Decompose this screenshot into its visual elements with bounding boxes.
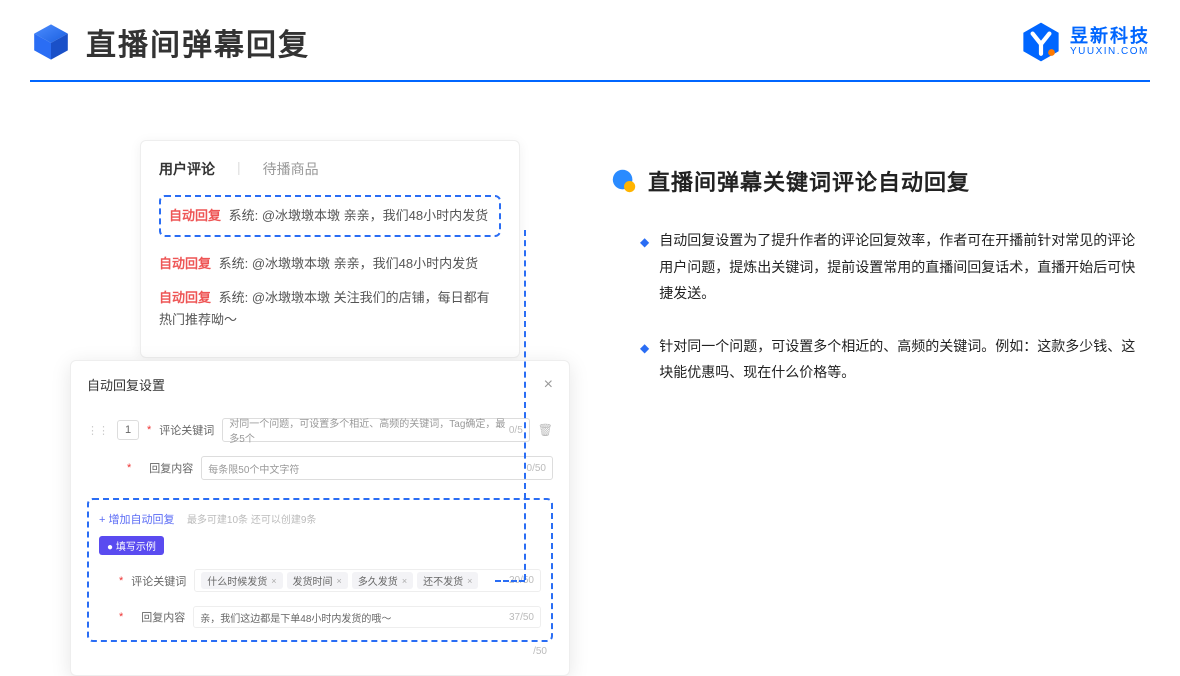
connector-line bbox=[524, 230, 526, 580]
header-divider bbox=[30, 80, 1150, 82]
auto-reply-tag: 自动回复 bbox=[159, 256, 211, 271]
index-box: 1 bbox=[117, 420, 139, 440]
bullet-item: ◆ 自动回复设置为了提升作者的评论回复效率，作者可在开播前针对常见的评论用户问题… bbox=[610, 227, 1140, 307]
required-marker: * bbox=[119, 611, 123, 623]
ex-reply-value: 亲，我们这边都是下单48小时内发货的哦～ bbox=[200, 610, 391, 625]
section-heading: 直播间弹幕关键词评论自动回复 bbox=[648, 165, 970, 197]
required-marker: * bbox=[147, 424, 151, 436]
settings-title-row: 自动回复设置 × bbox=[87, 375, 553, 404]
example-reply-row: * 回复内容 亲，我们这边都是下单48小时内发货的哦～ 37/50 bbox=[99, 606, 541, 628]
header-left: 直播间弹幕回复 bbox=[30, 20, 310, 64]
bullet-dot-icon: ◆ bbox=[640, 227, 649, 307]
auto-reply-tag: 自动回复 bbox=[159, 290, 211, 305]
row-keyword: ⋮⋮ 1 * 评论关键词 对同一个问题，可设置多个相近、高频的关键词，Tag确定… bbox=[87, 418, 553, 442]
ex-reply-input: 亲，我们这边都是下单48小时内发货的哦～ 37/50 bbox=[193, 606, 541, 628]
example-box: + 增加自动回复 最多可建10条 还可以创建9条 ● 填写示例 * 评论关键词 … bbox=[87, 498, 553, 642]
page-title: 直播间弹幕回复 bbox=[86, 20, 310, 64]
example-keyword-row: * 评论关键词 什么时候发货× 发货时间× 多久发货× 还不发货× 20/50 bbox=[99, 569, 541, 592]
reply-placeholder: 每条限50个中文字符 bbox=[208, 461, 299, 476]
comments-panel: 用户评论 | 待播商品 自动回复 系统: @冰墩墩本墩 亲亲，我们48小时内发货… bbox=[140, 140, 520, 358]
comment-row: 自动回复 系统: @冰墩墩本墩 关注我们的店铺，每日都有热门推荐呦～ bbox=[159, 281, 501, 337]
bullet-dot-icon: ◆ bbox=[640, 333, 649, 386]
delete-icon[interactable]: 🗑 bbox=[538, 423, 553, 437]
brand-name-en: YUUXIN.COM bbox=[1070, 46, 1150, 57]
brand-block: 昱新科技 YUUXIN.COM bbox=[1020, 21, 1150, 63]
keyword-input[interactable]: 对同一个问题，可设置多个相近、高频的关键词，Tag确定，最多5个 0/5 bbox=[222, 418, 529, 442]
footer-count: /50 bbox=[87, 642, 553, 657]
settings-panel: 自动回复设置 × ⋮⋮ 1 * 评论关键词 对同一个问题，可设置多个相近、高频的… bbox=[70, 360, 570, 676]
comment-text: 系统: @冰墩墩本墩 亲亲，我们48小时内发货 bbox=[229, 208, 489, 223]
chat-bubble-icon bbox=[610, 167, 638, 195]
close-icon[interactable]: × bbox=[544, 376, 553, 394]
chip-remove-icon[interactable]: × bbox=[467, 576, 472, 586]
auto-reply-tag: 自动回复 bbox=[169, 208, 221, 223]
add-row: + 增加自动回复 最多可建10条 还可以创建9条 bbox=[99, 510, 541, 528]
keyword-chip[interactable]: 还不发货× bbox=[417, 572, 478, 589]
right-column: 直播间弹幕关键词评论自动回复 ◆ 自动回复设置为了提升作者的评论回复效率，作者可… bbox=[610, 165, 1140, 412]
ex-label-reply: 回复内容 bbox=[131, 609, 185, 625]
settings-title: 自动回复设置 bbox=[87, 375, 165, 394]
tab-pending-products[interactable]: 待播商品 bbox=[263, 159, 319, 179]
bullet-text: 自动回复设置为了提升作者的评论回复效率，作者可在开播前针对常见的评论用户问题，提… bbox=[659, 227, 1140, 307]
keyword-count: 0/5 bbox=[509, 425, 523, 436]
keyword-chip[interactable]: 什么时候发货× bbox=[201, 572, 282, 589]
reply-count: 0/50 bbox=[527, 463, 546, 474]
required-marker: * bbox=[119, 575, 123, 587]
reply-input[interactable]: 每条限50个中文字符 0/50 bbox=[201, 456, 553, 480]
ex-reply-count: 37/50 bbox=[509, 612, 534, 623]
tabs: 用户评论 | 待播商品 bbox=[159, 159, 501, 191]
keyword-chip[interactable]: 多久发货× bbox=[352, 572, 413, 589]
bullet-item: ◆ 针对同一个问题，可设置多个相近的、高频的关键词。例如：这款多少钱、这块能优惠… bbox=[610, 333, 1140, 386]
row-reply: * 回复内容 每条限50个中文字符 0/50 bbox=[87, 456, 553, 480]
bullet-text: 针对同一个问题，可设置多个相近的、高频的关键词。例如：这款多少钱、这块能优惠吗、… bbox=[659, 333, 1140, 386]
keyword-chip[interactable]: 发货时间× bbox=[287, 572, 348, 589]
add-hint: 最多可建10条 还可以创建9条 bbox=[187, 515, 316, 526]
brand-logo-icon bbox=[1020, 21, 1062, 63]
connector-line bbox=[495, 580, 525, 582]
left-column: 用户评论 | 待播商品 自动回复 系统: @冰墩墩本墩 亲亲，我们48小时内发货… bbox=[70, 140, 580, 358]
chip-remove-icon[interactable]: × bbox=[337, 576, 342, 586]
header: 直播间弹幕回复 昱新科技 YUUXIN.COM bbox=[30, 20, 1150, 64]
example-badge: ● 填写示例 bbox=[99, 536, 164, 555]
tab-separator: | bbox=[237, 159, 241, 179]
cube-icon bbox=[30, 21, 72, 63]
drag-handle-icon[interactable]: ⋮⋮ bbox=[87, 424, 109, 437]
brand-name-cn: 昱新科技 bbox=[1070, 27, 1150, 47]
chip-remove-icon[interactable]: × bbox=[402, 576, 407, 586]
keyword-placeholder: 对同一个问题，可设置多个相近、高频的关键词，Tag确定，最多5个 bbox=[229, 415, 509, 445]
section-heading-row: 直播间弹幕关键词评论自动回复 bbox=[610, 165, 1140, 197]
comment-row: 自动回复 系统: @冰墩墩本墩 亲亲，我们48小时内发货 bbox=[159, 247, 501, 281]
required-marker: * bbox=[127, 462, 131, 474]
ex-keyword-input: 什么时候发货× 发货时间× 多久发货× 还不发货× 20/50 bbox=[194, 569, 541, 592]
label-reply: 回复内容 bbox=[139, 460, 193, 476]
add-auto-reply-link[interactable]: + 增加自动回复 bbox=[99, 514, 174, 526]
ex-label-keyword: 评论关键词 bbox=[131, 573, 186, 589]
comment-highlighted: 自动回复 系统: @冰墩墩本墩 亲亲，我们48小时内发货 bbox=[159, 195, 501, 237]
brand-text: 昱新科技 YUUXIN.COM bbox=[1070, 27, 1150, 58]
label-keyword: 评论关键词 bbox=[159, 422, 214, 438]
comment-text: 系统: @冰墩墩本墩 亲亲，我们48小时内发货 bbox=[219, 256, 479, 271]
tab-user-comments[interactable]: 用户评论 bbox=[159, 159, 215, 179]
chip-remove-icon[interactable]: × bbox=[271, 576, 276, 586]
